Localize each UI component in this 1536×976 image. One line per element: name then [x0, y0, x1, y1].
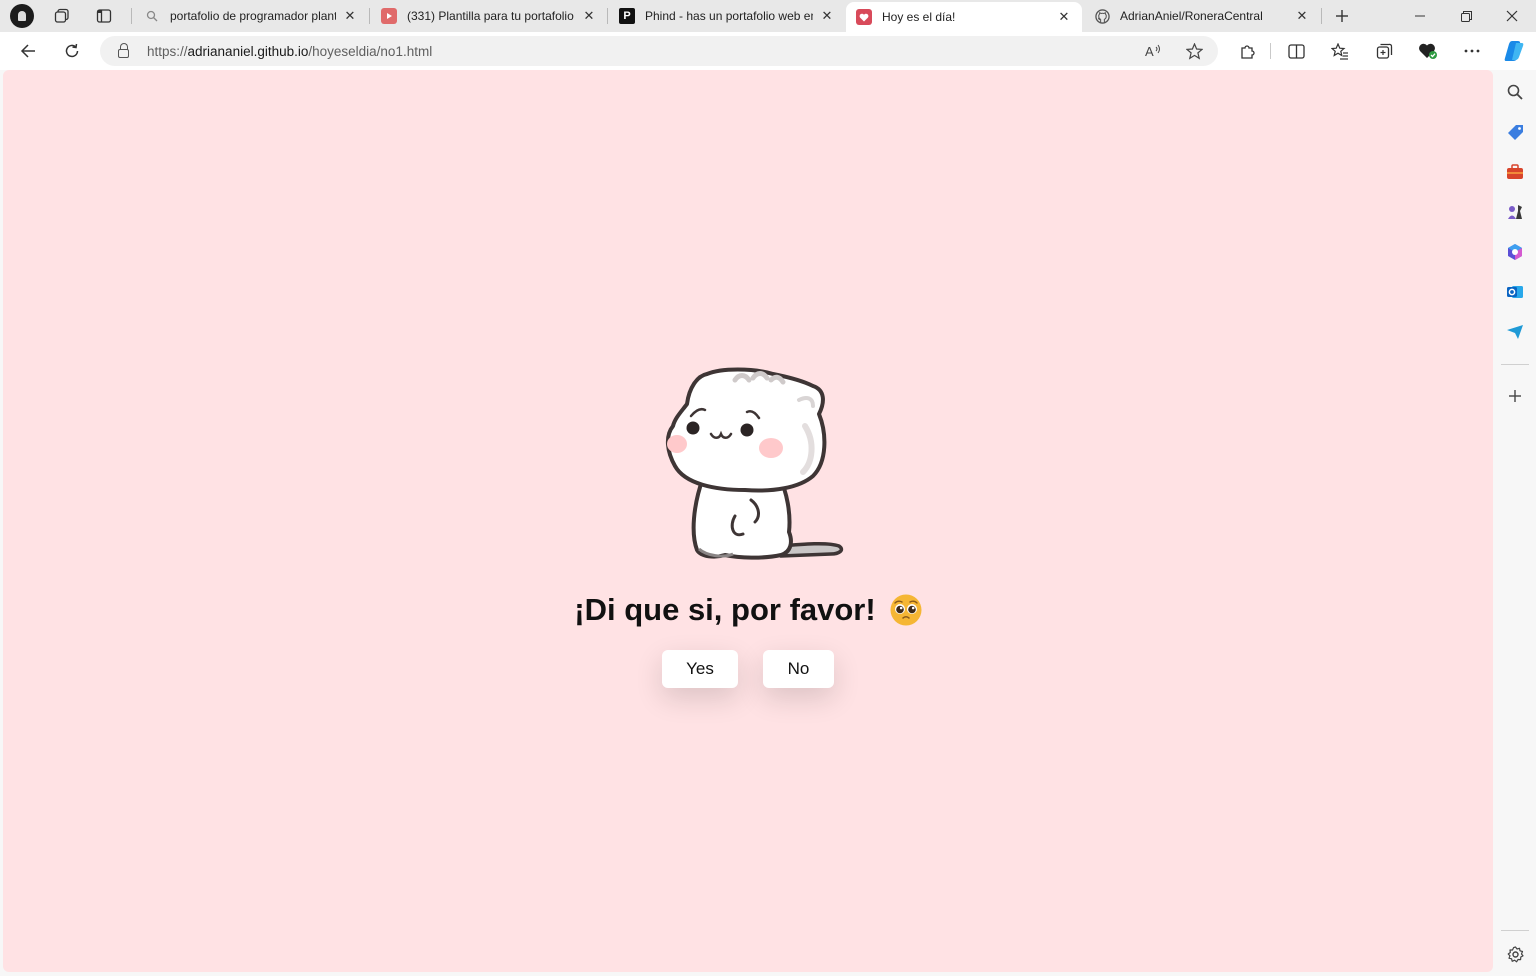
page-viewport: ¡Di que si, por favor! Yes No — [3, 70, 1493, 972]
phind-icon: P — [619, 8, 635, 24]
tab-title: Hoy es el día! — [882, 10, 956, 24]
refresh-button[interactable] — [58, 37, 86, 65]
navigation-toolbar: https://adriananiel.github.io/hoyeseldia… — [0, 32, 1536, 70]
close-icon[interactable]: ✕ — [581, 8, 597, 24]
close-icon[interactable]: ✕ — [1294, 8, 1310, 24]
answer-buttons: Yes No — [662, 650, 834, 688]
headline-text: ¡Di que si, por favor! — [574, 592, 876, 627]
send-paper-plane-icon[interactable] — [1505, 322, 1525, 342]
vertical-tabs-icon[interactable] — [84, 0, 124, 32]
back-button[interactable] — [14, 37, 42, 65]
url-text[interactable]: https://adriananiel.github.io/hoyeseldia… — [147, 44, 432, 59]
sad-cat-image — [666, 367, 844, 560]
tools-briefcase-icon[interactable] — [1505, 162, 1525, 182]
close-window-button[interactable] — [1492, 0, 1532, 32]
yes-button[interactable]: Yes — [662, 650, 738, 688]
restore-button[interactable] — [1446, 0, 1486, 32]
close-icon[interactable]: ✕ — [342, 8, 358, 24]
lock-icon[interactable] — [118, 42, 129, 58]
tab-search[interactable]: portafolio de programador plant ✕ — [134, 0, 368, 32]
microsoft-365-icon[interactable] — [1505, 242, 1525, 262]
tab-phind[interactable]: P Phind - has un portafolio web en ✕ — [609, 0, 845, 32]
minimize-button[interactable] — [1400, 0, 1440, 32]
settings-gear-icon[interactable] — [1505, 944, 1525, 964]
browser-essentials-icon[interactable] — [1414, 37, 1442, 65]
svg-text:A: A — [1145, 44, 1154, 58]
shopping-tag-icon[interactable] — [1505, 122, 1525, 142]
tab-title: (331) Plantilla para tu portafolio — [407, 9, 574, 23]
tab-title: AdrianAniel/RoneraCentral — [1120, 9, 1263, 23]
favorite-star-icon[interactable] — [1180, 36, 1208, 66]
copilot-icon[interactable] — [1500, 37, 1528, 65]
tab-title: portafolio de programador plant — [170, 9, 336, 23]
tab-github[interactable]: AdrianAniel/RoneraCentral ✕ — [1084, 0, 1320, 32]
search-icon — [144, 8, 160, 24]
close-icon[interactable]: ✕ — [1056, 9, 1072, 25]
heart-icon — [856, 9, 872, 25]
search-icon[interactable] — [1505, 82, 1525, 102]
address-bar[interactable]: https://adriananiel.github.io/hoyeseldia… — [100, 36, 1218, 66]
read-aloud-icon[interactable]: A — [1140, 36, 1168, 66]
new-tab-button[interactable] — [1322, 0, 1362, 32]
favorites-icon[interactable] — [1326, 37, 1354, 65]
outlook-icon[interactable] — [1505, 282, 1525, 302]
collections-icon[interactable] — [1370, 37, 1398, 65]
games-chess-icon[interactable] — [1505, 202, 1525, 222]
add-sidebar-app-icon[interactable] — [1505, 386, 1525, 406]
more-options-icon[interactable] — [1458, 37, 1486, 65]
split-screen-icon[interactable] — [1282, 37, 1310, 65]
profile-avatar[interactable] — [10, 4, 34, 28]
extensions-icon[interactable] — [1233, 37, 1261, 65]
github-icon — [1094, 8, 1110, 24]
page-content: ¡Di que si, por favor! Yes No — [3, 366, 1493, 688]
no-button[interactable]: No — [763, 650, 834, 688]
edge-sidebar — [1494, 70, 1536, 976]
page-headline: ¡Di que si, por favor! — [574, 592, 922, 628]
tab-strip: portafolio de programador plant ✕ (331) … — [0, 0, 1536, 32]
tab-hoy-es-el-dia[interactable]: Hoy es el día! ✕ — [846, 2, 1082, 32]
close-icon[interactable]: ✕ — [819, 8, 835, 24]
youtube-icon — [381, 8, 397, 24]
tab-youtube[interactable]: (331) Plantilla para tu portafolio ✕ — [371, 0, 607, 32]
tab-title: Phind - has un portafolio web en — [645, 9, 813, 23]
workspaces-icon[interactable] — [42, 0, 82, 32]
pleading-face-icon — [890, 594, 922, 626]
